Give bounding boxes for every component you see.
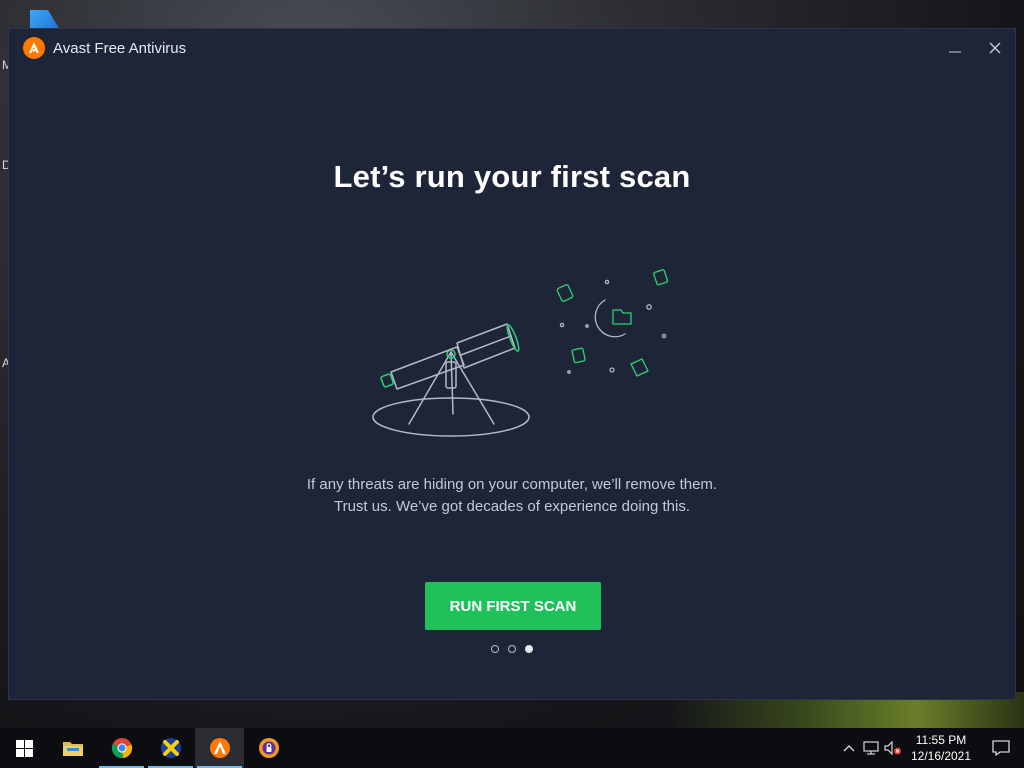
description-line: If any threats are hiding on your comput… [306,476,718,493]
pagination-dot[interactable] [491,645,499,653]
desktop-folder-icon[interactable] [30,10,60,30]
clock-time: 11:55 PM [915,733,967,747]
system-tray: 11:55 PM 12/16/2021 [838,728,1024,768]
document-icon [571,347,586,364]
telescope-illustration [372,269,669,437]
pagination-dot-active[interactable] [525,645,533,653]
star-icon [604,279,610,285]
title-bar[interactable]: Avast Free Antivirus [9,29,1015,67]
taskbar-file-explorer[interactable] [48,728,97,768]
document-icon [556,284,574,302]
run-first-scan-button[interactable]: RUN FIRST SCAN [425,582,601,630]
volume-muted-icon [884,741,901,755]
notification-icon [992,740,1010,756]
folder-icon [612,309,632,325]
pagination-dots [9,645,1015,653]
avast-logo-icon [23,37,45,59]
star-icon [609,367,615,373]
taskbar-avast[interactable] [195,728,244,768]
star-icon [661,333,667,339]
close-icon [989,42,1001,54]
show-hidden-icons-button[interactable] [838,728,860,768]
ground-ellipse [372,397,530,437]
windows-logo-icon [15,739,33,757]
window-title: Avast Free Antivirus [53,39,187,57]
close-button[interactable] [981,35,1009,61]
clock-date: 12/16/2021 [910,749,972,763]
avast-window: Avast Free Antivirus Let’s run your firs… [8,28,1016,700]
tripod-leg [450,351,495,425]
star-icon [559,322,565,328]
taskbar-chrome[interactable] [97,728,146,768]
moon-icon [594,299,626,338]
taskbar-avast-secure-browser[interactable] [244,728,293,768]
volume-button[interactable] [882,728,904,768]
start-button[interactable] [0,728,48,768]
file-explorer-icon [62,742,83,756]
star-icon [567,370,571,374]
star-icon [646,304,652,310]
pagination-dot[interactable] [508,645,516,653]
telescope-tube-back [390,346,465,390]
page-title: Let’s run your first scan [333,159,691,194]
description-line: Trust us. We’ve got decades of experienc… [333,498,691,515]
taskbar-x-app[interactable] [146,728,195,768]
description: If any threats are hiding on your comput… [9,474,1015,518]
network-icon [863,741,879,755]
taskbar: 11:55 PM 12/16/2021 [0,728,1024,768]
clock[interactable]: 11:55 PM 12/16/2021 [904,732,978,764]
minimize-button[interactable] [941,35,969,61]
avast-secure-browser-icon [258,738,279,758]
avast-icon [209,738,230,758]
document-icon [630,358,649,377]
document-icon [653,269,669,286]
star-icon [585,324,589,328]
action-center-button[interactable] [978,728,1024,768]
x-app-icon [160,738,181,758]
network-button[interactable] [860,728,882,768]
chevron-up-icon [843,745,855,752]
chrome-icon [111,738,132,759]
